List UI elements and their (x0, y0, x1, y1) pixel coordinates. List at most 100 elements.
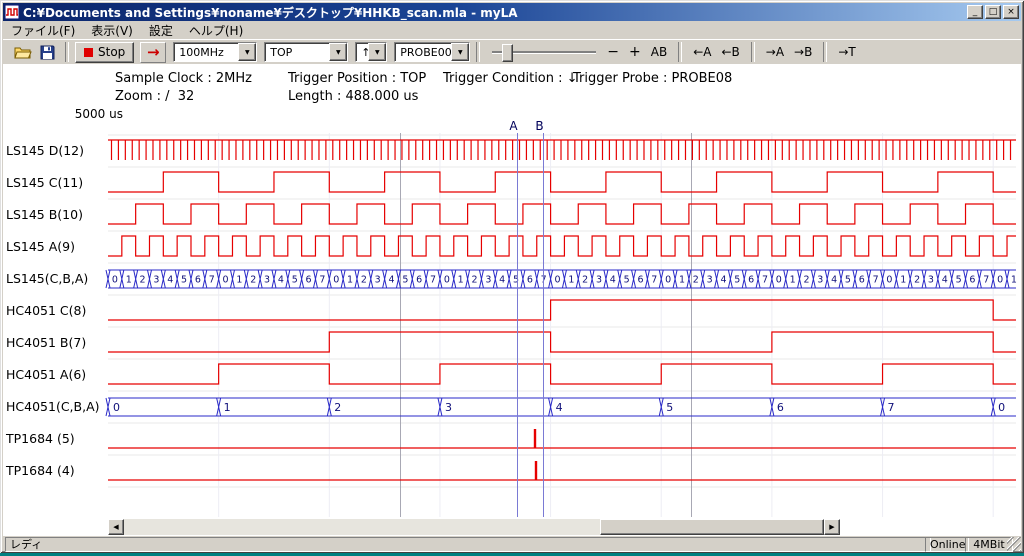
status-ready-text: レディ (5, 537, 931, 552)
bus-transition (230, 270, 234, 288)
bus-transition (106, 270, 110, 288)
goto-a-left-button[interactable]: ←A (688, 43, 716, 61)
open-button[interactable] (11, 41, 35, 63)
chevron-down-icon[interactable]: ▼ (238, 43, 256, 61)
maximize-button[interactable]: □ (985, 5, 1001, 19)
toolbar-separator (476, 42, 480, 62)
zoom-slider-thumb[interactable] (502, 44, 513, 62)
bus-transition (853, 270, 857, 288)
stop-square-icon (84, 48, 93, 57)
trigger-position-value: TOP (265, 43, 329, 61)
trigger-position-combobox[interactable]: TOP ▼ (264, 42, 348, 62)
goto-a-right-button[interactable]: →A (761, 43, 789, 61)
bus-transition (798, 270, 802, 288)
menu-settings[interactable]: 設定 (141, 21, 181, 40)
bus-value: 5 (845, 275, 851, 286)
zoom-out-button[interactable]: − (602, 42, 624, 62)
zoom-in-button[interactable]: + (624, 42, 646, 62)
bus-transition (867, 270, 871, 288)
ab-button[interactable]: AB (646, 43, 672, 61)
bus-value: 4 (278, 275, 284, 286)
channel-label: TP1684 (4) (5, 463, 75, 478)
channel-label: LS145(C,B,A) (6, 271, 88, 286)
bus-value: 1 (458, 275, 464, 286)
scrollbar-thumb[interactable] (600, 519, 824, 535)
bus-value: 2 (582, 275, 588, 286)
bus-transition (1005, 270, 1009, 288)
menu-help[interactable]: ヘルプ(H) (181, 21, 251, 40)
bus-value: 3 (445, 401, 452, 414)
bus-transition (341, 270, 345, 288)
bus-value: 5 (181, 275, 187, 286)
status-memory-badge: 4MBit (965, 537, 1013, 552)
bus-value: 2 (803, 275, 809, 286)
trigger-edge-combobox[interactable]: ↑ ▼ (355, 42, 387, 62)
goto-trigger-button[interactable]: →T (833, 43, 860, 61)
scroll-left-arrow-icon[interactable]: ◀ (108, 519, 124, 535)
bus-value: 5 (513, 275, 519, 286)
goto-b-right-button[interactable]: →B (789, 43, 817, 61)
zoom-slider[interactable] (492, 43, 596, 61)
chevron-down-icon[interactable]: ▼ (368, 43, 386, 61)
bus-value: 6 (527, 275, 533, 286)
bus-transition (922, 270, 926, 288)
run-button[interactable]: → (140, 42, 166, 63)
bus-transition (728, 270, 732, 288)
menu-view[interactable]: 表示(V) (83, 21, 141, 40)
bus-transition (673, 270, 677, 288)
close-button[interactable]: × (1003, 5, 1019, 19)
resize-grip[interactable] (1007, 537, 1021, 551)
goto-b-left-button[interactable]: ←B (716, 43, 744, 61)
bus-value: 2 (140, 275, 146, 286)
bus-value: 6 (748, 275, 754, 286)
bus-transition (493, 270, 497, 288)
trigger-probe-combobox[interactable]: PROBE00 ▼ (394, 42, 470, 62)
channel-label: LS145 A(9) (6, 239, 75, 254)
bus-value: 5 (624, 275, 630, 286)
bus-value: 0 (665, 275, 671, 286)
channel-label: LS145 D(12) (6, 143, 84, 158)
waveform-trace (108, 332, 1016, 352)
waveform-trace (108, 300, 1016, 320)
bus-transition (618, 270, 622, 288)
waveform-trace (108, 236, 1016, 256)
bus-value: 1 (679, 275, 685, 286)
sample-rate-combobox[interactable]: 100MHz ▼ (173, 42, 257, 62)
bus-value: 1 (224, 401, 231, 414)
bus-value: 3 (485, 275, 491, 286)
horizontal-scrollbar[interactable]: ◀ ▶ (108, 519, 840, 535)
chevron-down-icon[interactable]: ▼ (329, 43, 347, 61)
bus-value: 2 (250, 275, 256, 286)
bus-transition (383, 270, 387, 288)
bus-transition (964, 270, 968, 288)
bus-value: 5 (734, 275, 740, 286)
bus-value: 4 (556, 401, 563, 414)
stop-button[interactable]: Stop (75, 42, 134, 63)
minimize-button[interactable]: _ (967, 5, 983, 19)
bus-transition (355, 270, 359, 288)
channel-label: LS145 C(11) (6, 175, 83, 190)
bus-value: 1 (790, 275, 796, 286)
bus-transition (286, 270, 290, 288)
toolbar-separator (823, 42, 827, 62)
bus-value: 5 (666, 401, 673, 414)
bus-transition (894, 270, 898, 288)
save-button[interactable] (35, 41, 59, 63)
scroll-right-arrow-icon[interactable]: ▶ (824, 519, 840, 535)
bus-transition (175, 270, 179, 288)
bus-transition (244, 270, 248, 288)
bus-value: 0 (444, 275, 450, 286)
bus-transition (977, 270, 981, 288)
channel-label: HC4051 B(7) (6, 335, 86, 350)
waveform-trace (108, 140, 1016, 160)
bus-value: 3 (707, 275, 713, 286)
bus-value: 4 (499, 275, 505, 286)
menu-file[interactable]: ファイル(F) (3, 21, 83, 40)
toolbar: Stop → 100MHz ▼ TOP ▼ ↑ ▼ PROBE00 ▼ − + … (3, 39, 1021, 64)
bus-transition (203, 270, 207, 288)
bus-transition (120, 270, 124, 288)
channel-label: HC4051 C(8) (6, 303, 86, 318)
bus-transition (784, 270, 788, 288)
chevron-down-icon[interactable]: ▼ (451, 43, 469, 61)
app-icon (5, 5, 19, 19)
